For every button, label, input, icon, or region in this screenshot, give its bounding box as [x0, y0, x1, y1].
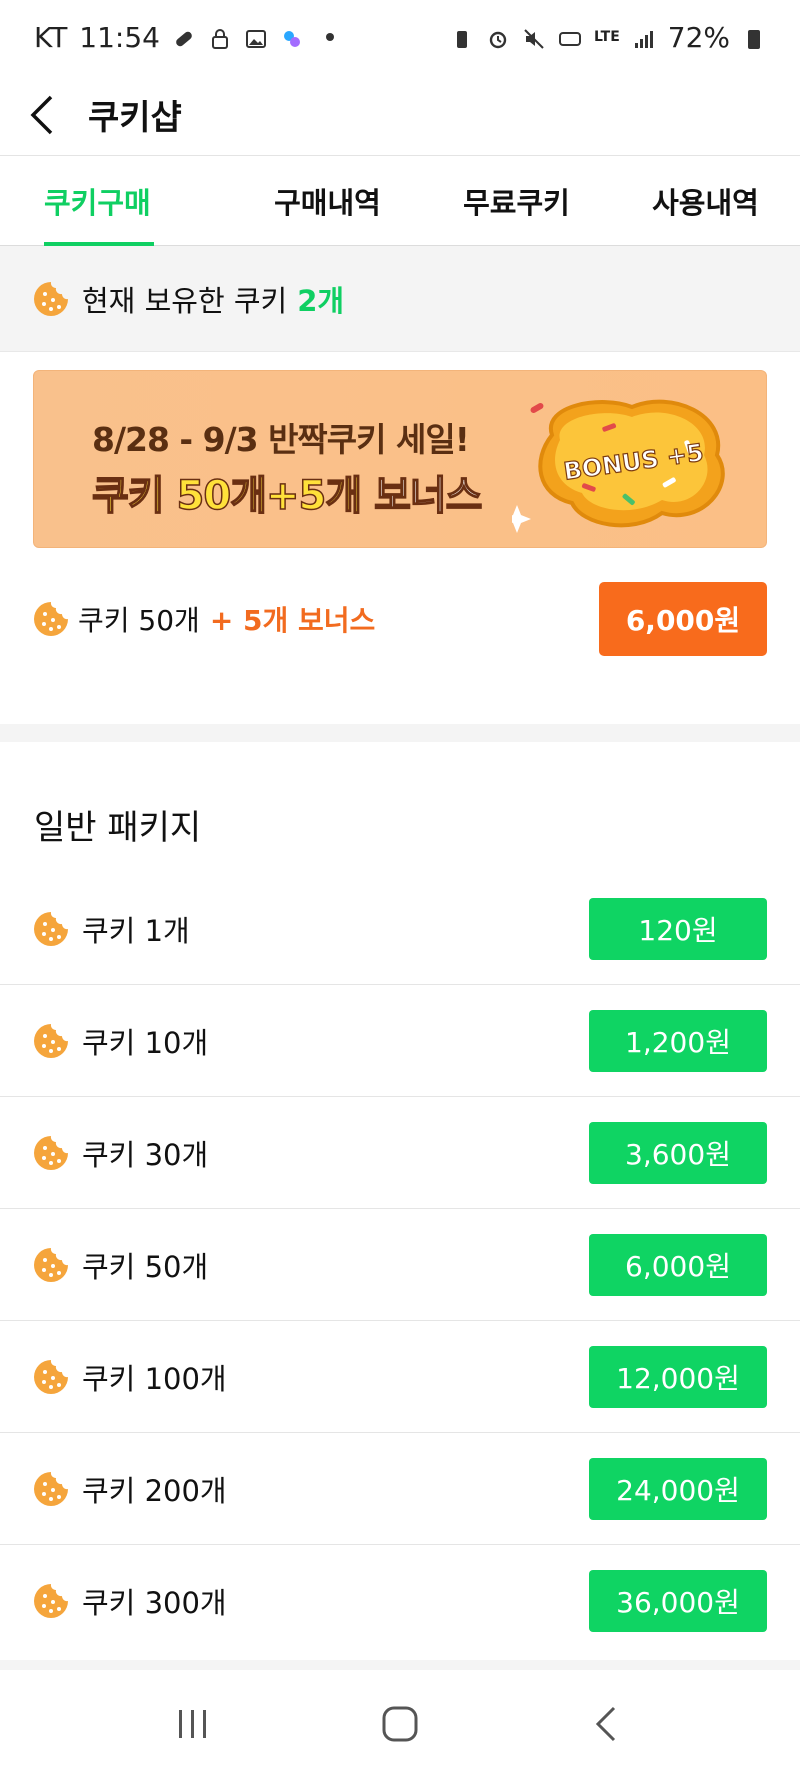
mute-icon: [522, 25, 546, 49]
package-list: 쿠키 1개 120원 쿠키 10개 1,200원 쿠키 30개 3,600원 쿠…: [0, 873, 800, 1657]
promo-buy-button[interactable]: 6,000원: [599, 582, 767, 656]
recent-apps-icon: [179, 1710, 207, 1738]
tab-usage-history[interactable]: 사용내역: [611, 156, 800, 245]
page-title: 쿠키샵: [88, 98, 182, 138]
alarm-icon: [486, 25, 510, 49]
package-name: 쿠키 30개: [82, 1137, 209, 1172]
cookie-icon: [32, 1246, 70, 1284]
network-type: LTE: [594, 29, 620, 45]
cookie-icon: [32, 280, 70, 318]
promo-package-name: 쿠키 50개: [78, 604, 200, 637]
tab-free-cookies[interactable]: 무료쿠키: [422, 156, 611, 245]
buy-button[interactable]: 12,000원: [589, 1345, 767, 1408]
cookie-icon: [32, 1470, 70, 1508]
list-footer-divider: [0, 1660, 800, 1670]
system-back-button[interactable]: [572, 1689, 642, 1759]
buy-button[interactable]: 3,600원: [589, 1121, 767, 1184]
buy-button[interactable]: 1,200원: [589, 1009, 767, 1072]
promo-package-bonus: + 5개 보너스: [209, 604, 376, 637]
package-name: 쿠키 1개: [82, 913, 190, 948]
clock: 11:54: [79, 20, 160, 54]
package-name: 쿠키 10개: [82, 1025, 209, 1060]
home-button[interactable]: [365, 1689, 435, 1759]
battery-percent: 72%: [667, 20, 730, 54]
battery-icon: [742, 25, 766, 49]
list-item: 쿠키 200개 24,000원: [0, 1433, 800, 1545]
list-item: 쿠키 30개 3,600원: [0, 1097, 800, 1209]
cookie-icon: [32, 600, 70, 638]
banner-headline-bonus: 보너스: [373, 472, 483, 520]
status-bar: KT 11:54 LTE 72%: [0, 0, 800, 74]
list-item: 쿠키 10개 1,200원: [0, 985, 800, 1097]
pill-icon: [172, 25, 196, 49]
recent-apps-button[interactable]: [158, 1689, 228, 1759]
banner-headline: 쿠키 50개+5개 보너스: [91, 463, 483, 521]
list-item: 쿠키 100개 12,000원: [0, 1321, 800, 1433]
package-name: 쿠키 100개: [82, 1361, 227, 1396]
sparkle-app-icon: [280, 25, 304, 49]
package-name: 쿠키 200개: [82, 1473, 227, 1508]
more-notifications-dot: [326, 33, 334, 41]
bonus-cookie-illustration: BONUS +5: [503, 385, 742, 535]
package-name: 쿠키 300개: [82, 1586, 227, 1620]
list-item: 쿠키 50개 6,000원: [0, 1209, 800, 1321]
section-title: 일반 패키지: [34, 808, 202, 848]
tab-purchase-history[interactable]: 구매내역: [233, 156, 422, 245]
buy-button[interactable]: 24,000원: [589, 1457, 767, 1520]
cookie-icon: [32, 910, 70, 948]
banner-headline-amount: 쿠키 50개+5개: [91, 472, 363, 520]
tab-bar: 쿠키구매 구매내역 무료쿠키 사용내역: [0, 156, 800, 246]
chevron-left-icon: [30, 95, 53, 134]
sale-banner[interactable]: 8/28 - 9/3 반짝쿠키 세일! 쿠키 50개+5개 보너스 BONUS …: [33, 370, 767, 548]
balance-count: 2개: [297, 283, 345, 318]
buy-button[interactable]: 120원: [589, 897, 767, 960]
cookie-balance: 현재 보유한 쿠키 2개: [0, 246, 800, 352]
cookie-icon: [32, 1134, 70, 1172]
lock-icon: [208, 25, 232, 49]
package-name: 쿠키 50개: [82, 1249, 209, 1284]
buy-button[interactable]: 36,000원: [589, 1570, 767, 1632]
list-item: 쿠키 300개 36,000원: [0, 1545, 800, 1657]
battery-saver-icon: [450, 25, 474, 49]
cookie-icon: [32, 1582, 70, 1620]
signal-icon: [632, 25, 656, 49]
system-nav-bar: [0, 1670, 800, 1778]
banner-sale-period: 8/28 - 9/3 반짝쿠키 세일!: [92, 420, 470, 459]
image-icon: [244, 25, 268, 49]
balance-label: 현재 보유한 쿠키: [82, 283, 288, 318]
list-item: 쿠키 1개 120원: [0, 873, 800, 985]
app-header: 쿠키샵: [0, 74, 800, 156]
promo-package-row: 쿠키 50개 + 5개 보너스 6,000원: [0, 580, 800, 658]
cookie-icon: [32, 1358, 70, 1396]
carrier-label: KT: [34, 20, 68, 54]
tab-buy-cookies[interactable]: 쿠키구매: [0, 156, 233, 246]
back-arrow-icon: [595, 1706, 615, 1742]
cookie-icon: [32, 1022, 70, 1060]
hd-voice-icon: [558, 25, 582, 49]
home-icon: [382, 1706, 418, 1742]
section-divider: [0, 724, 800, 742]
buy-button[interactable]: 6,000원: [589, 1233, 767, 1296]
back-button[interactable]: [2, 74, 82, 156]
